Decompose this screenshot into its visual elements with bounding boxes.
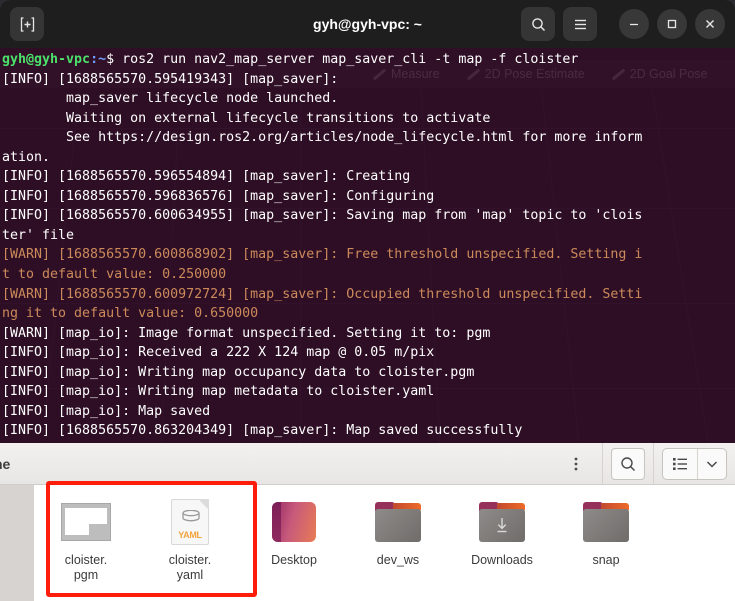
folder-icon (581, 497, 631, 547)
file-list: cloister. pgm YAML cloister. yaml Deskto… (34, 485, 735, 601)
folder-item-label: Downloads (471, 553, 533, 567)
new-tab-icon (20, 16, 34, 32)
terminal-line: ation. (2, 149, 51, 165)
folder-item-dev-ws[interactable]: dev_ws (346, 497, 450, 568)
view-controls-group (662, 447, 727, 480)
terminal-line: [INFO] [map_io]: Writing map metadata to… (2, 384, 435, 400)
database-icon (182, 510, 200, 522)
terminal-line: ng it to default value: 0.650000 (2, 306, 259, 322)
prompt-symbol: $ (106, 52, 115, 67)
folder-icon (373, 497, 423, 547)
terminal-line: [INFO] [1688565570.595419343] [map_saver… (2, 71, 347, 87)
file-item-cloister-yaml[interactable]: YAML cloister. yaml (138, 497, 242, 583)
yaml-file-icon: YAML (165, 497, 215, 547)
file-manager-header: ne (0, 443, 735, 485)
chevron-down-icon (706, 460, 718, 468)
menu-icon (574, 19, 586, 29)
folder-item-label: Desktop (271, 553, 317, 567)
downloads-folder-icon (477, 497, 527, 547)
terminal-titlebar: gyh@gyh-vpc: ~ (0, 0, 735, 48)
desktop-folder-icon (269, 497, 319, 547)
prompt-path: :~ (90, 52, 107, 67)
terminal-output[interactable]: gyh@gyh-vpc:~$ ros2 run nav2_map_server … (0, 48, 735, 450)
terminal-line: [WARN] [1688565570.600972724] [map_saver… (2, 286, 643, 302)
file-item-label: cloister. pgm (64, 553, 108, 582)
terminal-line: gyh@gyh-vpc:~$ ros2 run nav2_map_server … (2, 50, 735, 70)
terminal-line: [INFO] [1688565570.863204349] [map_saver… (2, 423, 523, 439)
terminal-line: [WARN] [map_io]: Image format unspecifie… (2, 325, 491, 341)
terminal-line: t to default value: 0.250000 (2, 267, 227, 283)
terminal-menu-button[interactable] (563, 7, 597, 41)
minimize-button[interactable] (619, 9, 649, 39)
terminal-window: gyh@gyh-vpc: ~ gyh@gyh-vpc:~$ ros2 run n… (0, 0, 735, 450)
download-arrow-icon (497, 518, 507, 533)
folder-item-snap[interactable]: snap (554, 497, 658, 568)
terminal-line: Waiting on external lifecycle transition… (2, 110, 491, 126)
close-button[interactable] (695, 9, 725, 39)
maximize-button[interactable] (657, 9, 687, 39)
terminal-line: [INFO] [map_io]: Received a 222 X 124 ma… (2, 345, 435, 361)
file-manager-sidebar[interactable] (0, 485, 34, 601)
file-item-cloister-pgm[interactable]: cloister. pgm (34, 497, 138, 583)
terminal-line: map_saver lifecycle node launched. (2, 91, 347, 107)
overflow-menu-button[interactable] (558, 449, 594, 479)
terminal-line: [INFO] [map_io]: Map saved (2, 403, 211, 419)
view-list-button[interactable] (663, 449, 697, 479)
terminal-line: ter' file (2, 227, 75, 243)
search-button[interactable] (611, 447, 645, 480)
kebab-menu-icon (574, 457, 578, 470)
folder-item-desktop[interactable]: Desktop (242, 497, 346, 568)
view-options-button[interactable] (698, 449, 726, 479)
terminal-line: [INFO] [1688565570.600634955] [map_saver… (2, 208, 643, 224)
file-item-label: cloister. yaml (168, 553, 212, 582)
terminal-line: [WARN] [1688565570.600868902] [map_saver… (2, 247, 643, 263)
folder-item-label: dev_ws (376, 553, 420, 567)
list-view-icon (673, 457, 687, 470)
maximize-icon (667, 19, 677, 29)
header-divider (653, 443, 654, 485)
header-divider (602, 443, 603, 485)
file-manager-header-actions (558, 443, 735, 485)
file-manager-content: cloister. pgm YAML cloister. yaml Deskto… (0, 485, 735, 601)
terminal-line: [INFO] [map_io]: Writing map occupancy d… (2, 364, 475, 380)
file-manager-window: ne (0, 443, 735, 601)
yaml-icon-text: YAML (178, 530, 202, 540)
prompt-user: gyh@gyh-vpc (2, 52, 91, 67)
terminal-command: ros2 run nav2_map_server map_saver_cli -… (114, 52, 579, 67)
folder-item-downloads[interactable]: Downloads (450, 497, 554, 568)
terminal-line: [INFO] [1688565570.596836576] [map_saver… (2, 188, 435, 204)
breadcrumb-path[interactable]: ne (0, 456, 10, 472)
pgm-image-icon (61, 497, 111, 547)
terminal-window-controls (521, 7, 725, 41)
terminal-line: See https://design.ros2.org/articles/nod… (2, 130, 643, 146)
search-icon (531, 17, 545, 31)
terminal-line: [INFO] [1688565570.596554894] [map_saver… (2, 169, 411, 185)
search-icon (621, 456, 636, 471)
folder-item-label: snap (592, 553, 620, 567)
close-icon (706, 20, 714, 28)
screenshot-root: Measure 2D Pose Estimate 2D Goal Pose P (0, 0, 735, 601)
terminal-search-button[interactable] (521, 7, 555, 41)
minimize-icon (630, 23, 638, 26)
new-tab-button[interactable] (10, 7, 44, 41)
